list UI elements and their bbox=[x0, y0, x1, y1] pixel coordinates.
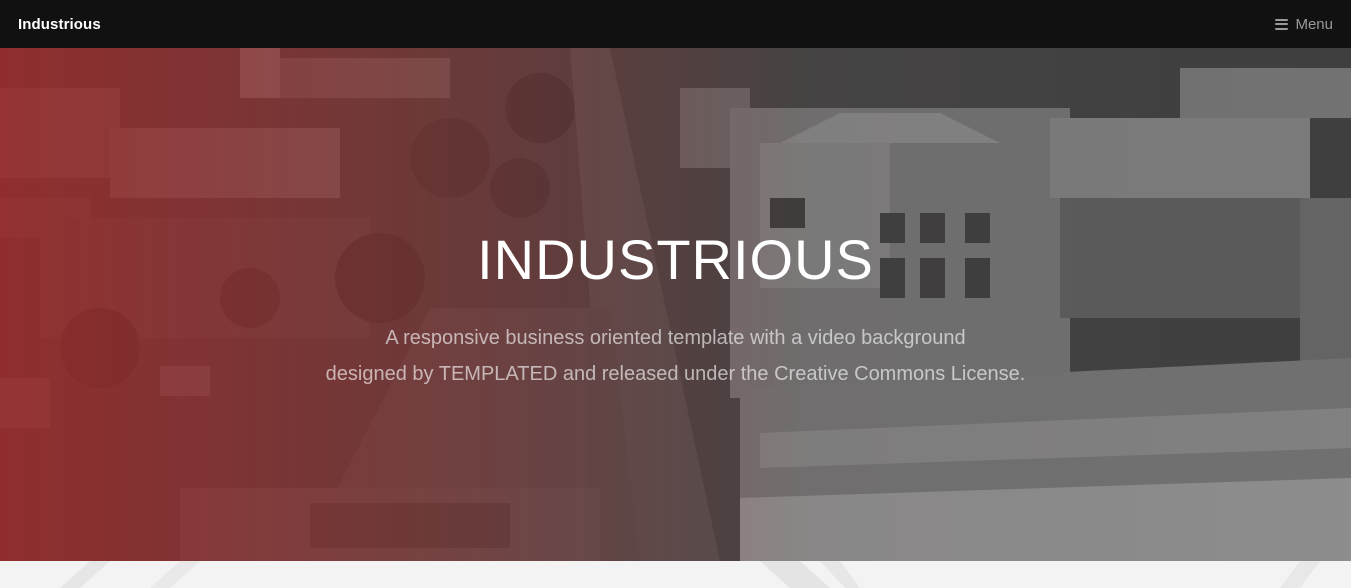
site-header: Industrious Menu bbox=[0, 0, 1351, 48]
decorative-background-pattern bbox=[60, 561, 1320, 588]
menu-button[interactable]: Menu bbox=[1275, 16, 1333, 33]
banner-description-line1: A responsive business oriented template … bbox=[385, 327, 966, 349]
banner-content: INDUSTRIOUS A responsive business orient… bbox=[0, 226, 1351, 392]
banner-description: A responsive business oriented template … bbox=[0, 320, 1351, 392]
banner-description-line2: designed by TEMPLATED and released under… bbox=[325, 363, 1026, 385]
menu-label: Menu bbox=[1295, 15, 1333, 33]
banner-title: INDUSTRIOUS bbox=[477, 228, 874, 291]
hero-banner: INDUSTRIOUS A responsive business orient… bbox=[0, 48, 1351, 561]
site-logo[interactable]: Industrious bbox=[18, 16, 101, 33]
below-banner-section bbox=[0, 561, 1351, 588]
hamburger-icon bbox=[1275, 18, 1289, 30]
